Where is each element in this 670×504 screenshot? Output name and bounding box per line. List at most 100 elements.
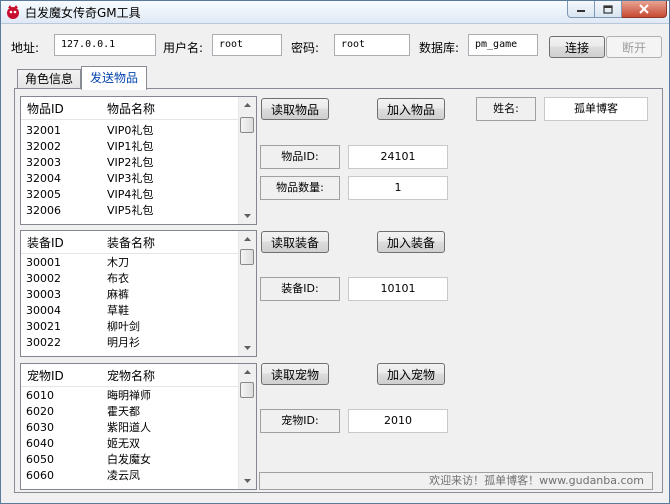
minimize-button[interactable]	[567, 1, 595, 18]
items-col-name[interactable]: 物品名称	[107, 100, 155, 117]
caption-buttons	[567, 1, 667, 19]
scroll-thumb[interactable]	[240, 117, 254, 133]
list-item[interactable]: 32005 VIP4礼包	[21, 187, 241, 203]
disconnect-button[interactable]: 断开	[606, 36, 662, 58]
pet-id-label: 宠物ID:	[260, 409, 340, 433]
window-title: 白发魔女传奇GM工具	[25, 6, 141, 20]
item-id: 32001	[26, 124, 61, 137]
list-item[interactable]: 32006 VIP5礼包	[21, 203, 241, 219]
pets-col-id[interactable]: 宠物ID	[27, 367, 64, 384]
list-item[interactable]: 32003 VIP2礼包	[21, 155, 241, 171]
arrow-down-icon	[244, 214, 251, 218]
list-item[interactable]: 32004 VIP3礼包	[21, 171, 241, 187]
tab-role-info[interactable]: 角色信息	[17, 69, 81, 89]
add-pet-button[interactable]: 加入宠物	[377, 363, 445, 385]
equipment-id-label: 装备ID:	[260, 277, 340, 301]
pet-name: 霍天都	[107, 405, 140, 418]
add-equipment-button[interactable]: 加入装备	[377, 231, 445, 253]
equipment-col-name[interactable]: 装备名称	[107, 234, 155, 251]
connect-button[interactable]: 连接	[549, 36, 605, 58]
scroll-thumb[interactable]	[240, 249, 254, 265]
list-item[interactable]: 6030 紫阳道人	[21, 420, 241, 436]
item-id: 32006	[26, 204, 61, 217]
list-item[interactable]: 6060 凌云凤	[21, 468, 241, 484]
password-field[interactable]: root	[334, 34, 410, 56]
list-item[interactable]: 30001 木刀	[21, 255, 241, 271]
list-item[interactable]: 32002 VIP1礼包	[21, 139, 241, 155]
scroll-down-button[interactable]	[239, 209, 256, 223]
item-qty-field[interactable]: 1	[348, 176, 448, 200]
maximize-button[interactable]	[595, 1, 622, 18]
pet-name: 晦明禅师	[107, 389, 151, 402]
list-item[interactable]: 30002 布衣	[21, 271, 241, 287]
close-button[interactable]	[622, 1, 667, 18]
equipment-name: 明月衫	[107, 336, 140, 349]
arrow-up-icon	[244, 237, 251, 241]
arrow-up-icon	[244, 103, 251, 107]
equipment-id: 30002	[26, 272, 61, 285]
list-item[interactable]: 30003 麻裤	[21, 287, 241, 303]
item-id: 32004	[26, 172, 61, 185]
equipment-col-id[interactable]: 装备ID	[27, 234, 64, 251]
list-item[interactable]: 30021 柳叶剑	[21, 319, 241, 335]
username-field[interactable]: root	[212, 34, 282, 56]
read-pets-button[interactable]: 读取宠物	[261, 363, 329, 385]
list-item[interactable]: 6050 白发魔女	[21, 452, 241, 468]
status-bar: 欢迎来访！孤单博客！www.gudanba.com	[259, 472, 653, 490]
app-window: 白发魔女传奇GM工具 地址: 127.0.0.1 用户名: root 密码: r…	[0, 0, 670, 504]
scroll-thumb[interactable]	[240, 382, 254, 398]
list-item[interactable]: 32001 VIP0礼包	[21, 123, 241, 139]
pet-id: 6030	[26, 421, 54, 434]
item-id-label: 物品ID:	[260, 145, 340, 169]
item-name: VIP3礼包	[107, 172, 154, 185]
scroll-up-button[interactable]	[239, 232, 256, 246]
equipment-scrollbar[interactable]	[238, 231, 256, 356]
pet-id: 6040	[26, 437, 54, 450]
scroll-up-button[interactable]	[239, 98, 256, 112]
pet-id-field[interactable]: 2010	[348, 409, 448, 433]
equipment-name: 麻裤	[107, 288, 129, 301]
equipment-id: 30003	[26, 288, 61, 301]
name-field[interactable]: 孤单博客	[544, 97, 648, 121]
add-item-button[interactable]: 加入物品	[377, 98, 445, 120]
database-field[interactable]: pm_game	[468, 34, 538, 56]
item-name: VIP2礼包	[107, 156, 154, 169]
list-item[interactable]: 6040 姬无双	[21, 436, 241, 452]
list-item[interactable]: 6020 霍天都	[21, 404, 241, 420]
address-field[interactable]: 127.0.0.1	[54, 34, 156, 56]
equipment-id: 30021	[26, 320, 61, 333]
pet-name: 凌云凤	[107, 469, 140, 482]
pet-id: 6060	[26, 469, 54, 482]
tab-send-items[interactable]: 发送物品	[81, 66, 147, 90]
password-label: 密码:	[291, 41, 320, 55]
equipment-id-field[interactable]: 10101	[348, 277, 448, 301]
items-scrollbar[interactable]	[238, 97, 256, 224]
pets-list[interactable]: 宠物ID 宠物名称 6010 晦明禅师 6020 霍天都 6030 紫阳道人 6040…	[20, 363, 257, 490]
read-equipment-button[interactable]: 读取装备	[261, 231, 329, 253]
items-col-id[interactable]: 物品ID	[27, 100, 64, 117]
pet-id: 6050	[26, 453, 54, 466]
app-icon	[7, 5, 19, 19]
pets-col-name[interactable]: 宠物名称	[107, 367, 155, 384]
scroll-down-button[interactable]	[239, 474, 256, 488]
equipment-list[interactable]: 装备ID 装备名称 30001 木刀 30002 布衣 30003 麻裤 30004 草…	[20, 230, 257, 357]
pet-name: 紫阳道人	[107, 421, 151, 434]
items-list-header: 物品ID 物品名称	[21, 97, 241, 120]
close-icon	[639, 4, 649, 14]
item-name: VIP5礼包	[107, 204, 154, 217]
scroll-down-button[interactable]	[239, 341, 256, 355]
pets-scrollbar[interactable]	[238, 364, 256, 489]
list-item[interactable]: 30022 明月衫	[21, 335, 241, 351]
list-item[interactable]: 30004 草鞋	[21, 303, 241, 319]
name-label: 姓名:	[476, 97, 536, 121]
equipment-name: 草鞋	[107, 304, 129, 317]
scroll-up-button[interactable]	[239, 365, 256, 379]
list-item[interactable]: 6010 晦明禅师	[21, 388, 241, 404]
equipment-id: 30004	[26, 304, 61, 317]
items-list[interactable]: 物品ID 物品名称 32001 VIP0礼包 32002 VIP1礼包 32003 V…	[20, 96, 257, 225]
arrow-down-icon	[244, 479, 251, 483]
title-bar[interactable]: 白发魔女传奇GM工具	[1, 1, 669, 24]
equipment-id: 30001	[26, 256, 61, 269]
item-id-field[interactable]: 24101	[348, 145, 448, 169]
read-items-button[interactable]: 读取物品	[261, 98, 329, 120]
